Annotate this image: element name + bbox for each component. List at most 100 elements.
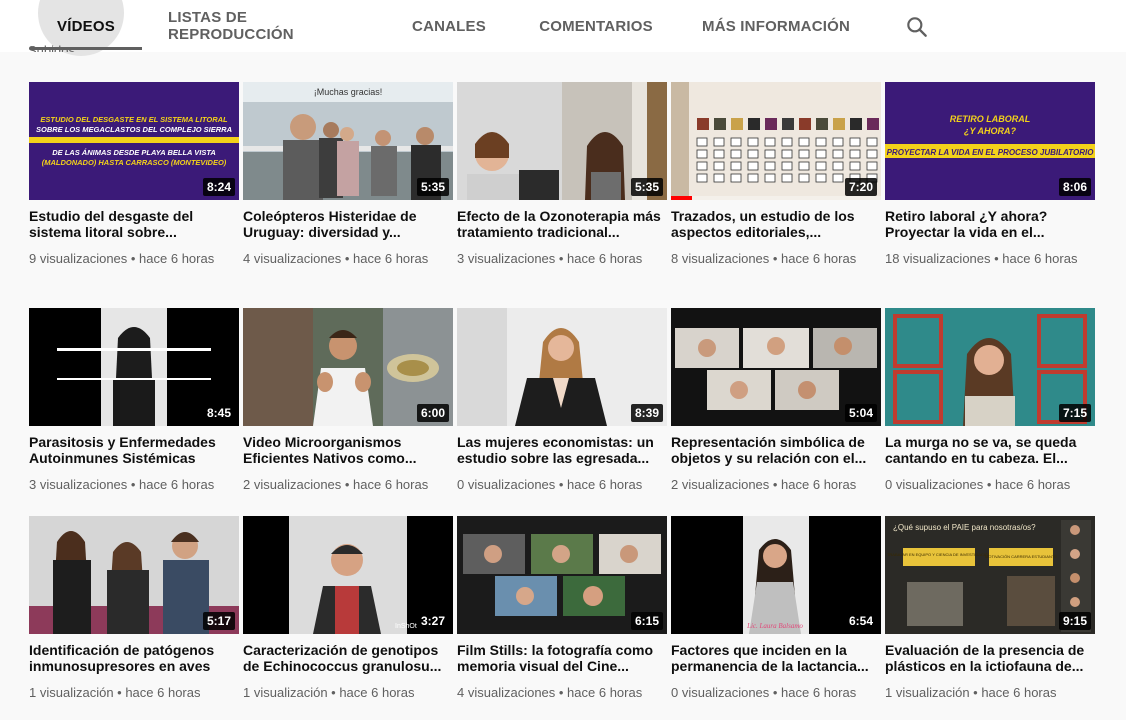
video-title[interactable]: Retiro laboral ¿Y ahora? Proyectar la vi… [885, 208, 1093, 240]
video-meta: 9 visualizaciones • hace 6 horas [29, 251, 215, 266]
video-duration: 7:20 [844, 178, 877, 196]
thumbnail-decoration [849, 161, 861, 171]
thumbnail-decoration [764, 149, 776, 159]
tab-comments[interactable]: COMENTARIOS [536, 0, 656, 52]
video-thumbnail[interactable]: RETIRO LABORAL ¿Y AHORA? PROYECTAR LA VI… [885, 82, 1095, 200]
thumbnail-decoration [849, 137, 861, 147]
video-title[interactable]: Trazados, un estudio de los aspectos edi… [671, 208, 879, 240]
tab-playlists[interactable]: LISTAS DE REPRODUCCIÓN [168, 0, 360, 52]
video-meta: 8 visualizaciones • hace 6 horas [671, 251, 857, 266]
thumbnail-text: RETIRO LABORAL [950, 114, 1031, 124]
video-meta: 18 visualizaciones • hace 6 horas [885, 251, 1078, 266]
video-thumbnail[interactable]: 5:04 [671, 308, 881, 426]
thumbnail-text: SOBRE LOS MEGACLASTOS DEL COMPLEJO SIERR… [36, 125, 232, 134]
thumbnail-decoration [815, 149, 827, 159]
video-title[interactable]: Film Stills: la fotografía como memoria … [457, 642, 665, 674]
video-meta: 0 visualizaciones • hace 6 horas [457, 477, 643, 492]
thumbnail-decoration [815, 137, 827, 147]
video-thumbnail[interactable]: 8:39 [457, 308, 667, 426]
thumbnail-decoration [798, 137, 810, 147]
tab-label: LISTAS DE REPRODUCCIÓN [168, 9, 294, 43]
thumbnail-text: ¡Muchas gracias! [314, 87, 383, 97]
thumbnail-decoration [832, 149, 844, 159]
video-thumbnail[interactable]: ¿Qué supuso el PAIE para nosotras/os? TR… [885, 516, 1095, 634]
video-thumbnail[interactable]: 6:00 [243, 308, 453, 426]
thumbnail-decoration [730, 149, 742, 159]
video-thumbnail[interactable]: 8:45 [29, 308, 239, 426]
thumbnail-decoration [781, 149, 793, 159]
video-title[interactable]: Representación simbólica de objetos y su… [671, 434, 879, 466]
thumbnail-decoration [730, 137, 742, 147]
video-duration: 8:45 [202, 404, 235, 422]
video-duration: 7:15 [1058, 404, 1091, 422]
thumbnail-decoration [815, 173, 827, 183]
channel-tab-bar: VÍDEOS LISTAS DE REPRODUCCIÓN CANALES CO… [0, 0, 1126, 56]
video-thumbnail[interactable]: 7:15 [885, 308, 1095, 426]
search-icon[interactable] [904, 14, 930, 40]
video-title[interactable]: La murga no se va, se queda cantando en … [885, 434, 1093, 466]
video-thumbnail[interactable]: 5:35 [457, 82, 667, 200]
video-title[interactable]: Parasitosis y Enfermedades Autoinmunes S… [29, 434, 237, 466]
thumbnail-decoration [799, 118, 811, 130]
video-thumbnail[interactable]: 6:15 [457, 516, 667, 634]
thumbnail-text: Lic. Laura Balsamo [746, 622, 803, 630]
thumbnail-decoration [867, 118, 879, 130]
video-title[interactable]: Factores que inciden en la permanencia d… [671, 642, 879, 674]
thumbnail-text: DE LAS ÁNIMAS DESDE PLAYA BELLA VISTA [52, 148, 216, 157]
video-title[interactable]: Las mujeres economistas: un estudio sobr… [457, 434, 665, 466]
tab-label: CANALES [412, 17, 486, 35]
video-title[interactable]: Identificación de patógenos inmunosupres… [29, 642, 237, 674]
video-thumbnail[interactable]: ¡Muchas gracias! 5:35 [243, 82, 453, 200]
video-duration: 5:04 [844, 404, 877, 422]
thumbnail-decoration [833, 118, 845, 130]
video-meta: 2 visualizaciones • hace 6 horas [243, 477, 429, 492]
video-duration: 5:17 [202, 612, 235, 630]
video-thumbnail[interactable]: 5:17 [29, 516, 239, 634]
video-title[interactable]: Coleópteros Histeridae de Uruguay: diver… [243, 208, 451, 240]
thumbnail-text: (MALDONADO) HASTA CARRASCO (MONTEVIDEO) [42, 158, 227, 167]
video-title[interactable]: Efecto de la Ozonoterapia más tratamient… [457, 208, 665, 240]
thumbnail-decoration [747, 137, 759, 147]
video-thumbnail[interactable]: ESTUDIO DEL DESGASTE EN EL SISTEMA LITOR… [29, 82, 239, 200]
thumbnail-decoration [696, 149, 708, 159]
thumbnail-decoration [747, 161, 759, 171]
thumbnail-decoration [850, 118, 862, 130]
video-thumbnail[interactable]: InShOt 3:27 [243, 516, 453, 634]
watched-progress-track [671, 196, 881, 200]
thumbnail-text: ¿Qué supuso el PAIE para nosotras/os? [893, 523, 1036, 532]
thumbnail-decoration [764, 173, 776, 183]
thumbnail-decoration [866, 161, 878, 171]
thumbnail-decoration [713, 149, 725, 159]
tab-label: COMENTARIOS [539, 17, 653, 35]
video-title[interactable]: Video Microorganismos Eficientes Nativos… [243, 434, 451, 466]
video-duration: 8:24 [202, 178, 235, 196]
tab-channels[interactable]: CANALES [406, 0, 492, 52]
thumbnail-decoration [798, 149, 810, 159]
thumbnail-decoration [765, 118, 777, 130]
video-duration: 8:39 [630, 404, 663, 422]
tab-about[interactable]: MÁS INFORMACIÓN [700, 0, 852, 52]
thumbnail-decoration [696, 173, 708, 183]
thumbnail-decoration [866, 149, 878, 159]
section-heading: Subidos [28, 44, 75, 52]
video-title[interactable]: Estudio del desgaste del sistema litoral… [29, 208, 237, 240]
video-title[interactable]: Caracterización de genotipos de Echinoco… [243, 642, 451, 674]
video-meta: 3 visualizaciones • hace 6 horas [29, 477, 215, 492]
video-thumbnail[interactable]: 7:20 [671, 82, 881, 200]
thumbnail-decoration [713, 161, 725, 171]
video-title[interactable]: Evaluación de la presencia de plásticos … [885, 642, 1093, 674]
video-meta: 2 visualizaciones • hace 6 horas [671, 477, 857, 492]
thumbnail-decoration [816, 118, 828, 130]
thumbnail-decoration [730, 161, 742, 171]
video-thumbnail[interactable]: Lic. Laura Balsamo 6:54 [671, 516, 881, 634]
thumbnail-text: ESTUDIO DEL DESGASTE EN EL SISTEMA LITOR… [40, 115, 228, 124]
thumbnail-decoration [798, 173, 810, 183]
thumbnail-text: PROYECTAR LA VIDA EN EL PROCESO JUBILATO… [887, 148, 1095, 157]
watched-progress-bar [671, 196, 692, 200]
tab-label: MÁS INFORMACIÓN [702, 17, 850, 35]
thumbnail-decoration [697, 118, 709, 130]
video-meta: 3 visualizaciones • hace 6 horas [457, 251, 643, 266]
thumbnail-decoration [832, 173, 844, 183]
video-duration: 6:54 [844, 612, 877, 630]
thumbnail-decoration [798, 161, 810, 171]
